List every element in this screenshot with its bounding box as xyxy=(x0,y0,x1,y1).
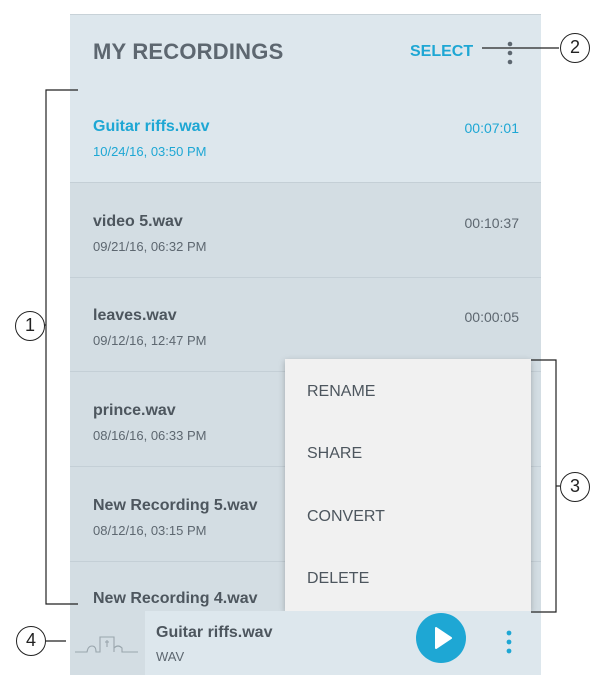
callout-2: 2 xyxy=(560,33,590,63)
annotation-lines xyxy=(30,47,560,642)
figure: MY RECORDINGS SELECT Guitar riffs.wav 10… xyxy=(0,0,592,675)
callout-3: 3 xyxy=(560,472,590,502)
callout-1: 1 xyxy=(15,311,45,341)
callout-4: 4 xyxy=(16,626,46,656)
